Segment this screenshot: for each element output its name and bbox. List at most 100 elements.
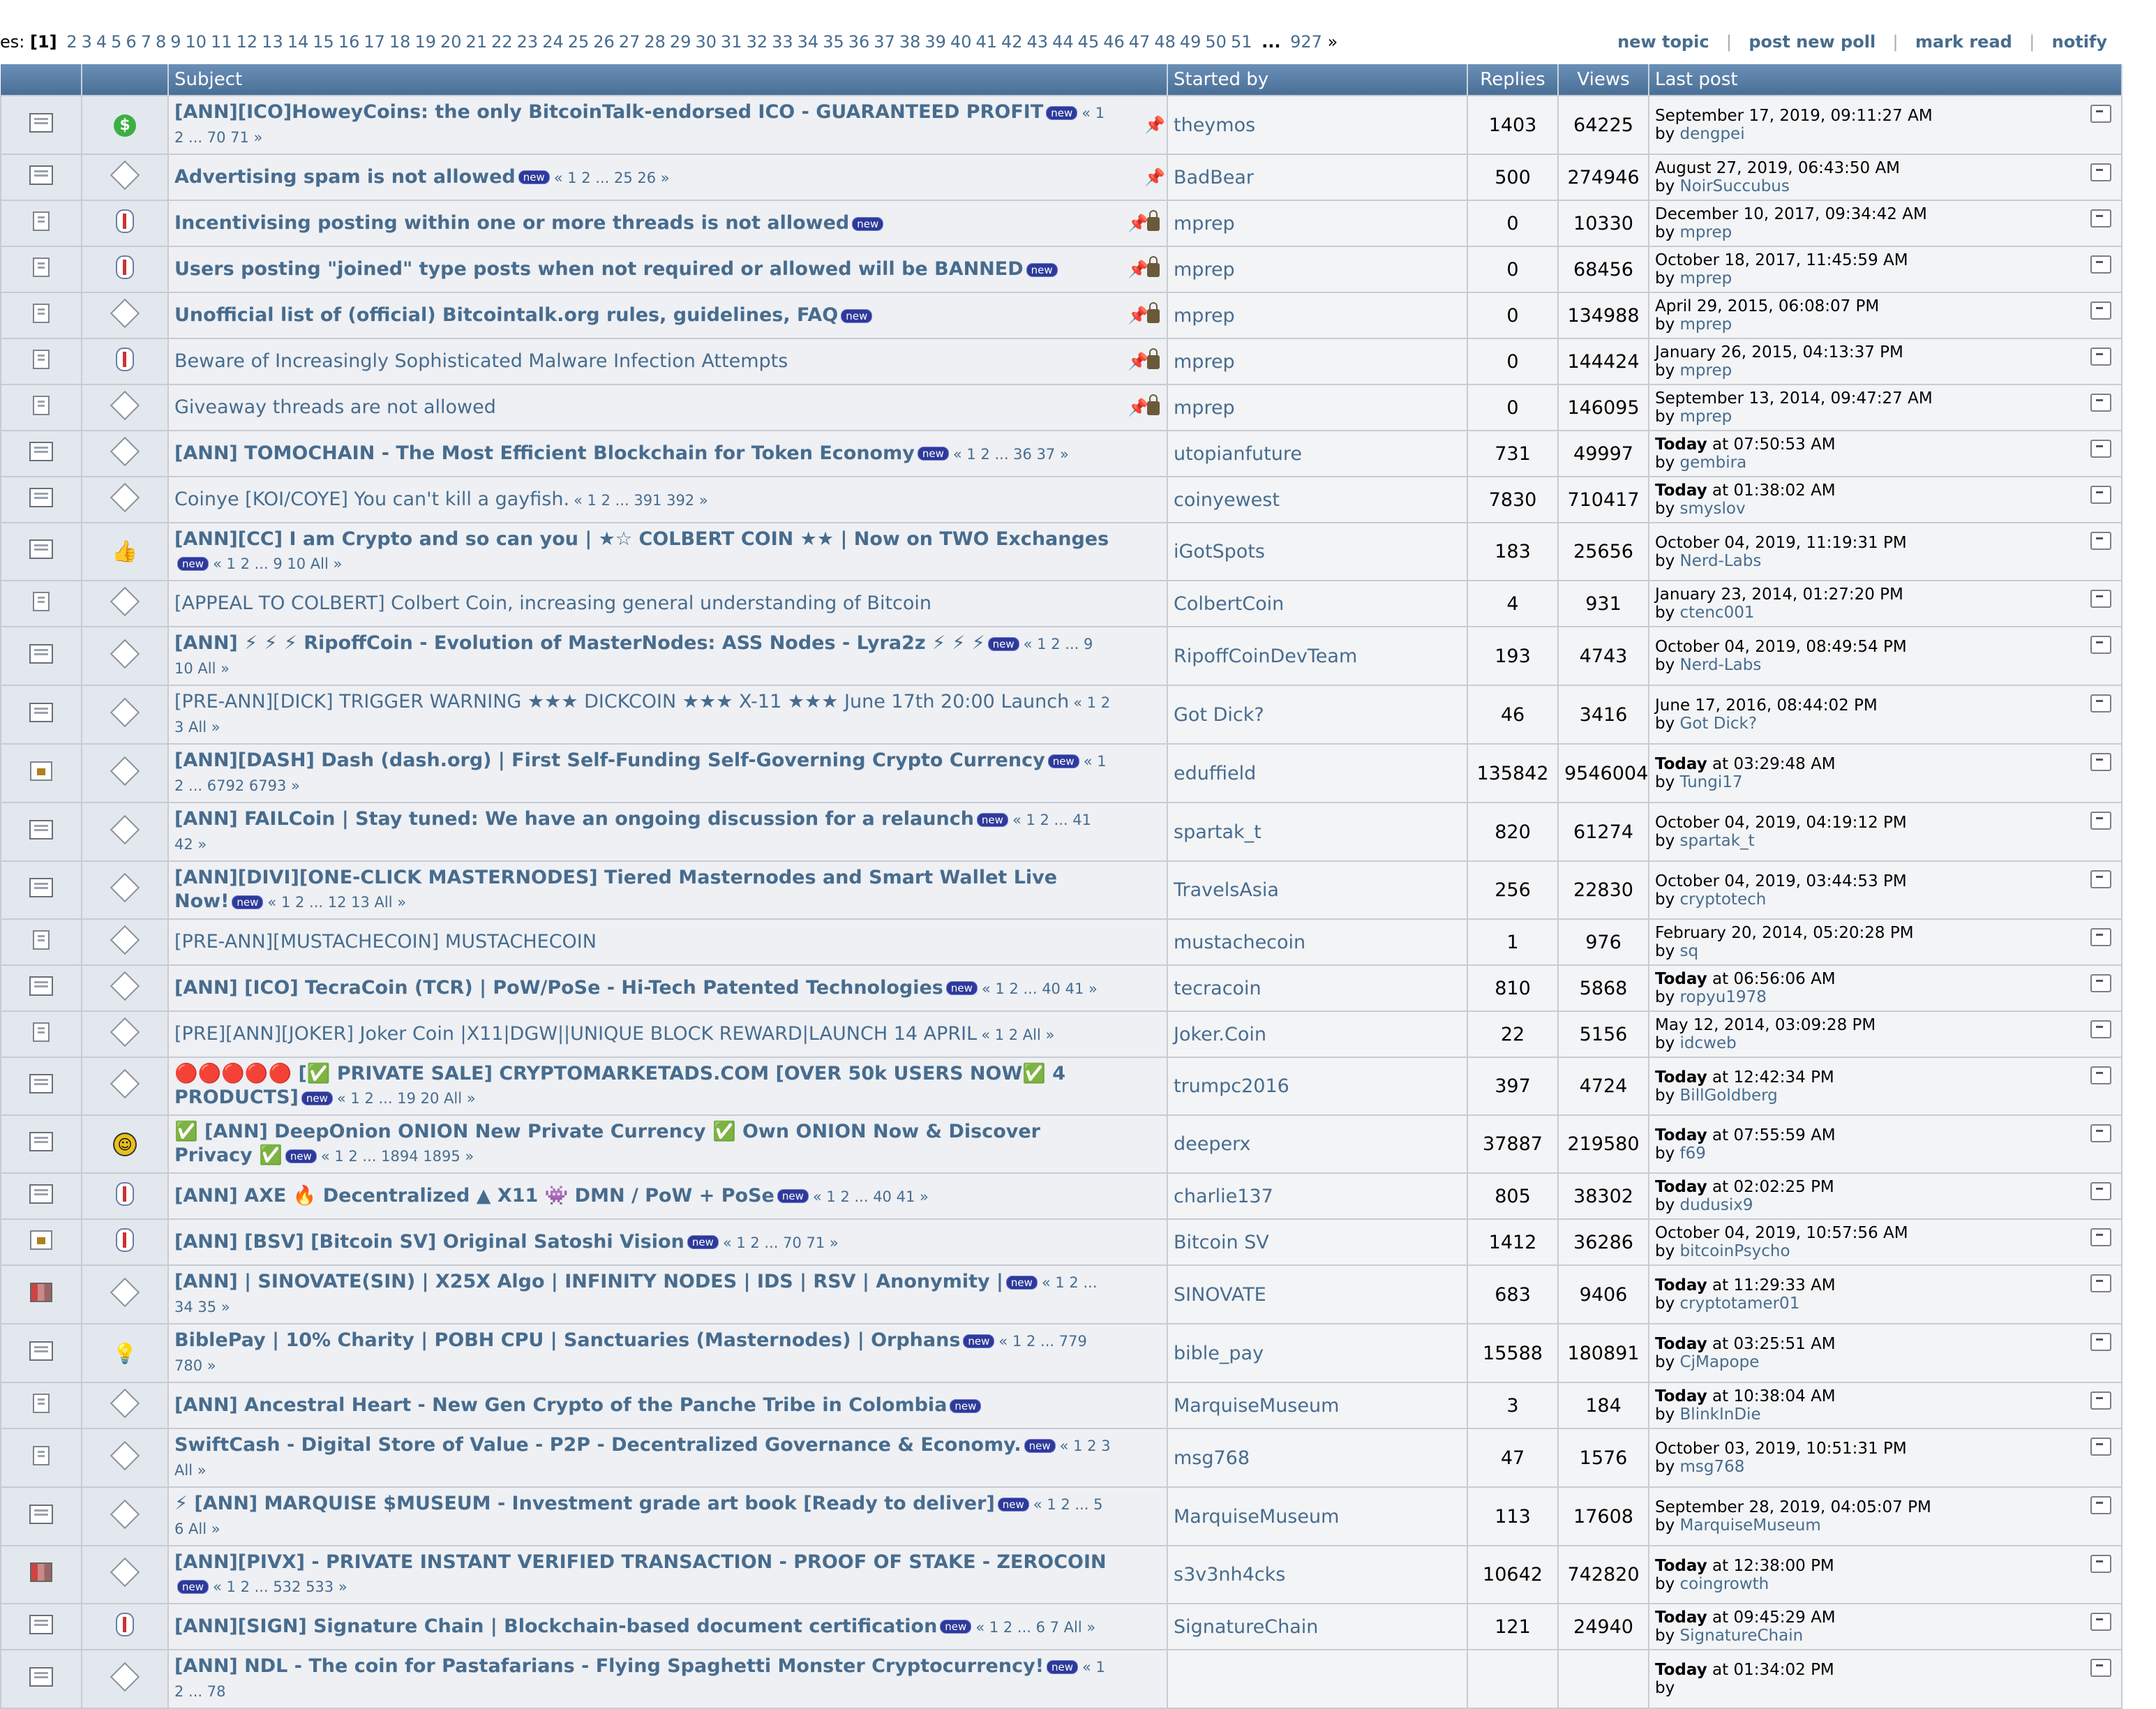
page-link[interactable]: 34 <box>798 32 819 52</box>
page-link[interactable]: 27 <box>619 32 641 52</box>
page-link[interactable]: 43 <box>1027 32 1049 52</box>
new-badge[interactable]: new <box>841 308 873 323</box>
page-link[interactable]: 46 <box>1103 32 1125 52</box>
header-started-by[interactable]: Started by <box>1167 64 1468 96</box>
new-badge[interactable]: new <box>285 1149 317 1163</box>
topic-title-link[interactable]: Advertising spam is not allowed <box>174 166 516 188</box>
starter-link[interactable]: trumpc2016 <box>1174 1075 1289 1097</box>
starter-link[interactable]: SINOVATE <box>1174 1284 1266 1306</box>
go-to-last-post-icon[interactable] <box>2090 870 2111 888</box>
page-link[interactable]: 3 <box>82 32 92 52</box>
go-to-last-post-icon[interactable] <box>2090 1020 2111 1038</box>
new-badge[interactable]: new <box>301 1091 333 1105</box>
page-link[interactable]: 7 <box>141 32 151 52</box>
new-badge[interactable]: new <box>976 812 1008 827</box>
page-link[interactable]: 21 <box>466 32 488 52</box>
page-link[interactable]: 5 <box>111 32 121 52</box>
last-poster-link[interactable]: f69 <box>1680 1144 1706 1163</box>
go-to-last-post-icon[interactable] <box>2090 486 2111 504</box>
topic-title-link[interactable]: [PRE-ANN][DICK] TRIGGER WARNING ★★★ DICK… <box>174 691 1069 712</box>
page-link[interactable]: 35 <box>823 32 844 52</box>
page-link[interactable]: 10 <box>186 32 207 52</box>
page-link[interactable]: 31 <box>721 32 742 52</box>
go-to-last-post-icon[interactable] <box>2090 255 2111 274</box>
starter-link[interactable]: RipoffCoinDevTeam <box>1174 645 1357 667</box>
page-link[interactable]: 24 <box>542 32 564 52</box>
topic-title-link[interactable]: Beware of Increasingly Sophisticated Mal… <box>174 350 788 372</box>
go-to-last-post-icon[interactable] <box>2090 105 2111 123</box>
new-topic-link[interactable]: new topic <box>1617 32 1709 52</box>
page-link[interactable]: 51 <box>1231 32 1252 52</box>
last-poster-link[interactable]: MarquiseMuseum <box>1680 1516 1821 1535</box>
page-link[interactable]: 2 <box>66 32 77 52</box>
go-to-last-post-icon[interactable] <box>2090 440 2111 458</box>
go-to-last-post-icon[interactable] <box>2090 1496 2111 1514</box>
page-link[interactable]: 37 <box>874 32 895 52</box>
go-to-last-post-icon[interactable] <box>2090 209 2111 227</box>
go-to-last-post-icon[interactable] <box>2090 1438 2111 1456</box>
go-to-last-post-icon[interactable] <box>2090 974 2111 992</box>
topic-title-link[interactable]: [ANN][SIGN] Signature Chain | Blockchain… <box>174 1615 937 1637</box>
last-poster-link[interactable]: Nerd-Labs <box>1680 656 1762 674</box>
page-link[interactable]: 44 <box>1052 32 1074 52</box>
starter-link[interactable]: tecracoin <box>1174 978 1262 999</box>
header-replies[interactable]: Replies <box>1467 64 1559 96</box>
last-poster-link[interactable]: smyslov <box>1680 500 1746 518</box>
page-link[interactable]: 22 <box>491 32 513 52</box>
last-poster-link[interactable]: idcweb <box>1680 1034 1737 1052</box>
page-link[interactable]: 23 <box>517 32 539 52</box>
page-link[interactable]: 14 <box>287 32 309 52</box>
page-link[interactable]: 42 <box>1001 32 1023 52</box>
starter-link[interactable]: eduffield <box>1174 763 1256 784</box>
page-link[interactable]: 11 <box>211 32 232 52</box>
page-link[interactable]: 49 <box>1180 32 1201 52</box>
topic-title-link[interactable]: Giveaway threads are not allowed <box>174 396 496 418</box>
starter-link[interactable]: msg768 <box>1174 1447 1250 1469</box>
topic-page-links[interactable]: « 1 2 ... 25 26 » <box>554 170 670 186</box>
last-poster-link[interactable]: mprep <box>1680 315 1732 334</box>
last-poster-link[interactable]: cryptotech <box>1680 890 1767 909</box>
page-link[interactable]: 50 <box>1205 32 1227 52</box>
new-badge[interactable]: new <box>1005 1275 1038 1290</box>
topic-title-link[interactable]: [APPEAL TO COLBERT] Colbert Coin, increa… <box>174 592 931 614</box>
go-to-last-post-icon[interactable] <box>2090 1391 2111 1410</box>
pagination-next[interactable]: » <box>1328 32 1338 52</box>
topic-page-links[interactable]: « 1 2 ... 6 7 All » <box>975 1619 1095 1636</box>
starter-link[interactable]: mustachecoin <box>1174 932 1305 953</box>
last-poster-link[interactable]: mprep <box>1680 408 1732 426</box>
starter-link[interactable]: Got Dick? <box>1174 704 1264 726</box>
topic-title-link[interactable]: [ANN][ICO]HoweyCoins: the only BitcoinTa… <box>174 101 1043 123</box>
starter-link[interactable]: deeperx <box>1174 1133 1250 1155</box>
last-poster-link[interactable]: CjMapope <box>1680 1353 1760 1371</box>
go-to-last-post-icon[interactable] <box>2090 753 2111 771</box>
topic-title-link[interactable]: [PRE-ANN][MUSTACHECOIN] MUSTACHECOIN <box>174 931 597 953</box>
last-poster-link[interactable]: gembira <box>1680 454 1747 472</box>
last-poster-link[interactable]: Tungi17 <box>1680 773 1743 791</box>
go-to-last-post-icon[interactable] <box>2090 1659 2111 1677</box>
starter-link[interactable]: spartak_t <box>1174 821 1262 843</box>
last-poster-link[interactable]: ctenc001 <box>1680 604 1755 622</box>
last-poster-link[interactable]: mprep <box>1680 361 1732 380</box>
last-poster-link[interactable]: SignatureChain <box>1680 1627 1804 1645</box>
topic-page-links[interactable]: « 1 2 ... 70 71 » <box>723 1234 839 1251</box>
last-poster-link[interactable]: ropyu1978 <box>1680 988 1767 1006</box>
go-to-last-post-icon[interactable] <box>2090 812 2111 830</box>
last-poster-link[interactable]: sq <box>1680 942 1699 960</box>
topic-title-link[interactable]: [ANN][PIVX] - PRIVATE INSTANT VERIFIED T… <box>174 1551 1107 1573</box>
mark-read-link[interactable]: mark read <box>1915 32 2012 52</box>
topic-title-link[interactable]: Unofficial list of (official) Bitcointal… <box>174 304 838 326</box>
starter-link[interactable]: bible_pay <box>1174 1343 1264 1364</box>
topic-page-links[interactable]: « 1 2 ... 391 392 » <box>574 492 708 509</box>
go-to-last-post-icon[interactable] <box>2090 1182 2111 1200</box>
page-link[interactable]: 47 <box>1129 32 1151 52</box>
page-link[interactable]: 28 <box>644 32 666 52</box>
post-new-poll-link[interactable]: post new poll <box>1749 32 1876 52</box>
starter-link[interactable]: TravelsAsia <box>1174 879 1279 901</box>
topic-page-links[interactable]: « 1 2 ... 40 41 » <box>982 980 1098 997</box>
page-link[interactable]: 6 <box>126 32 136 52</box>
starter-link[interactable]: SignatureChain <box>1174 1616 1318 1638</box>
page-link[interactable]: 4 <box>96 32 107 52</box>
page-link[interactable]: 9 <box>170 32 181 52</box>
topic-title-link[interactable]: Incentivising posting within one or more… <box>174 212 849 234</box>
header-subject[interactable]: Subject <box>168 64 1168 96</box>
